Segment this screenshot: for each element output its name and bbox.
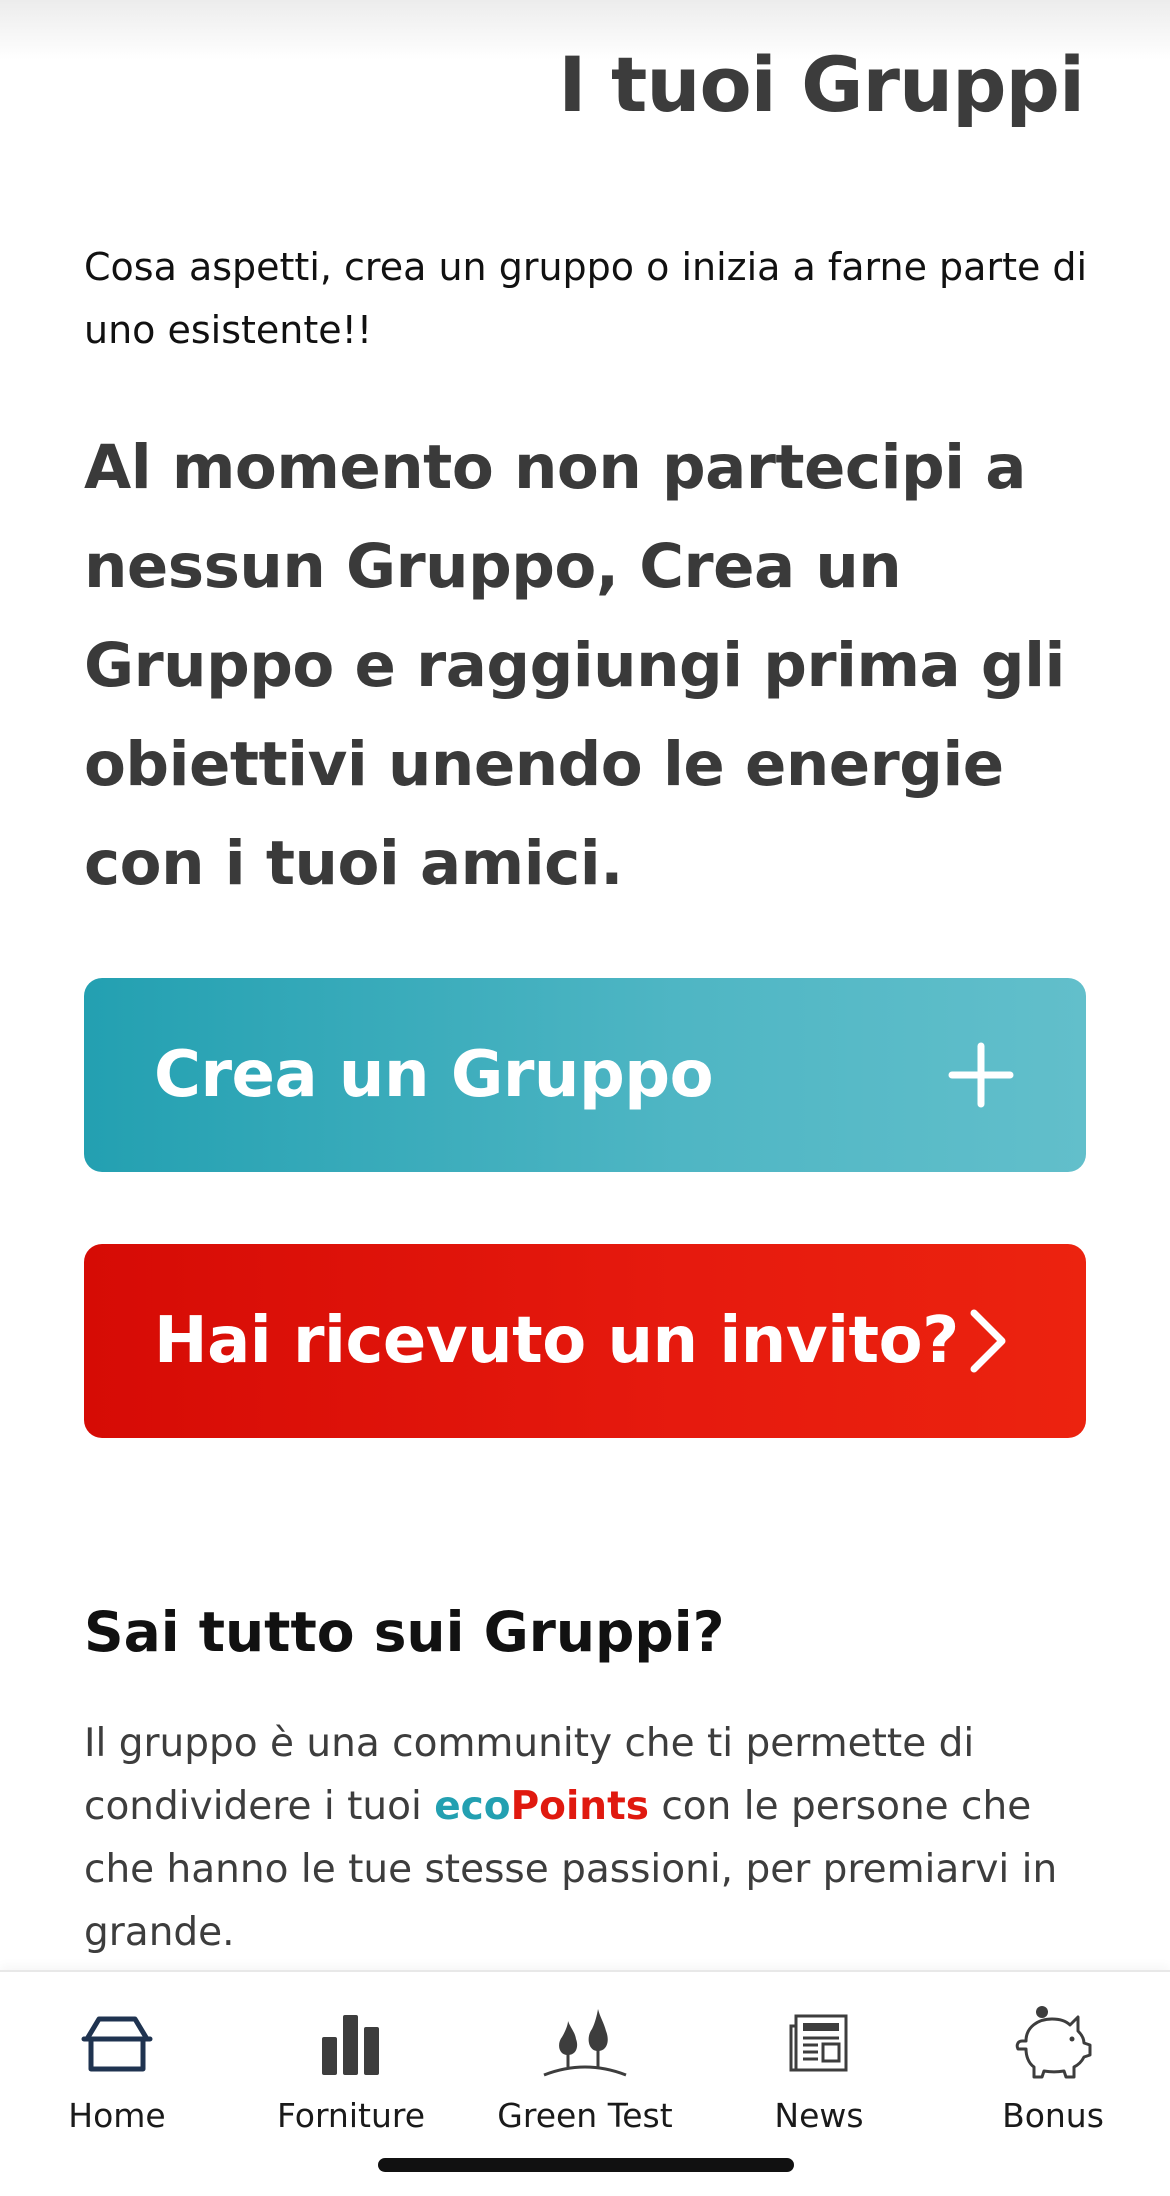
intro-subtitle: Cosa aspetti, crea un gruppo o inizia a … [84, 245, 1088, 352]
tab-news[interactable]: News [702, 1972, 936, 2152]
tab-home-label: Home [68, 2096, 166, 2135]
tab-bonus-label: Bonus [1002, 2096, 1104, 2135]
create-group-label: Crea un Gruppo [154, 1038, 714, 1112]
chevron-right-icon [959, 1306, 1016, 1376]
tab-green-test-label: Green Test [497, 2096, 673, 2135]
page-title: I tuoi Gruppi [558, 40, 1085, 129]
invite-received-button[interactable]: Hai ricevuto un invito? [84, 1244, 1086, 1438]
info-text: Il gruppo è una community che ti permett… [84, 1712, 1094, 1964]
info-title: Sai tutto sui Gruppi? [84, 1600, 725, 1664]
create-group-button[interactable]: Crea un Gruppo [84, 978, 1086, 1172]
invite-received-label: Hai ricevuto un invito? [154, 1304, 959, 1378]
tab-home[interactable]: Home [0, 1972, 234, 2152]
plus-icon [946, 1040, 1016, 1110]
ecopoints-brand-points: Points [510, 1784, 649, 1829]
home-icon [72, 1998, 162, 2088]
trees-icon [540, 1998, 630, 2088]
piggy-bank-icon [1008, 1998, 1098, 2088]
tab-bonus[interactable]: Bonus [936, 1972, 1170, 2152]
empty-groups-message: Al momento non partecipi a nessun Gruppo… [84, 432, 1065, 899]
newspaper-icon [774, 1998, 864, 2088]
tab-forniture[interactable]: Forniture [234, 1972, 468, 2152]
ecopoints-brand-eco: eco [434, 1784, 511, 1829]
tab-green-test[interactable]: Green Test [468, 1972, 702, 2152]
bar-chart-icon [306, 1998, 396, 2088]
groups-screen: I tuoi Gruppi Cosa aspetti, crea un grup… [0, 0, 1170, 2196]
tab-forniture-label: Forniture [276, 2096, 426, 2135]
tab-news-label: News [774, 2096, 864, 2135]
home-indicator[interactable] [378, 2158, 794, 2172]
